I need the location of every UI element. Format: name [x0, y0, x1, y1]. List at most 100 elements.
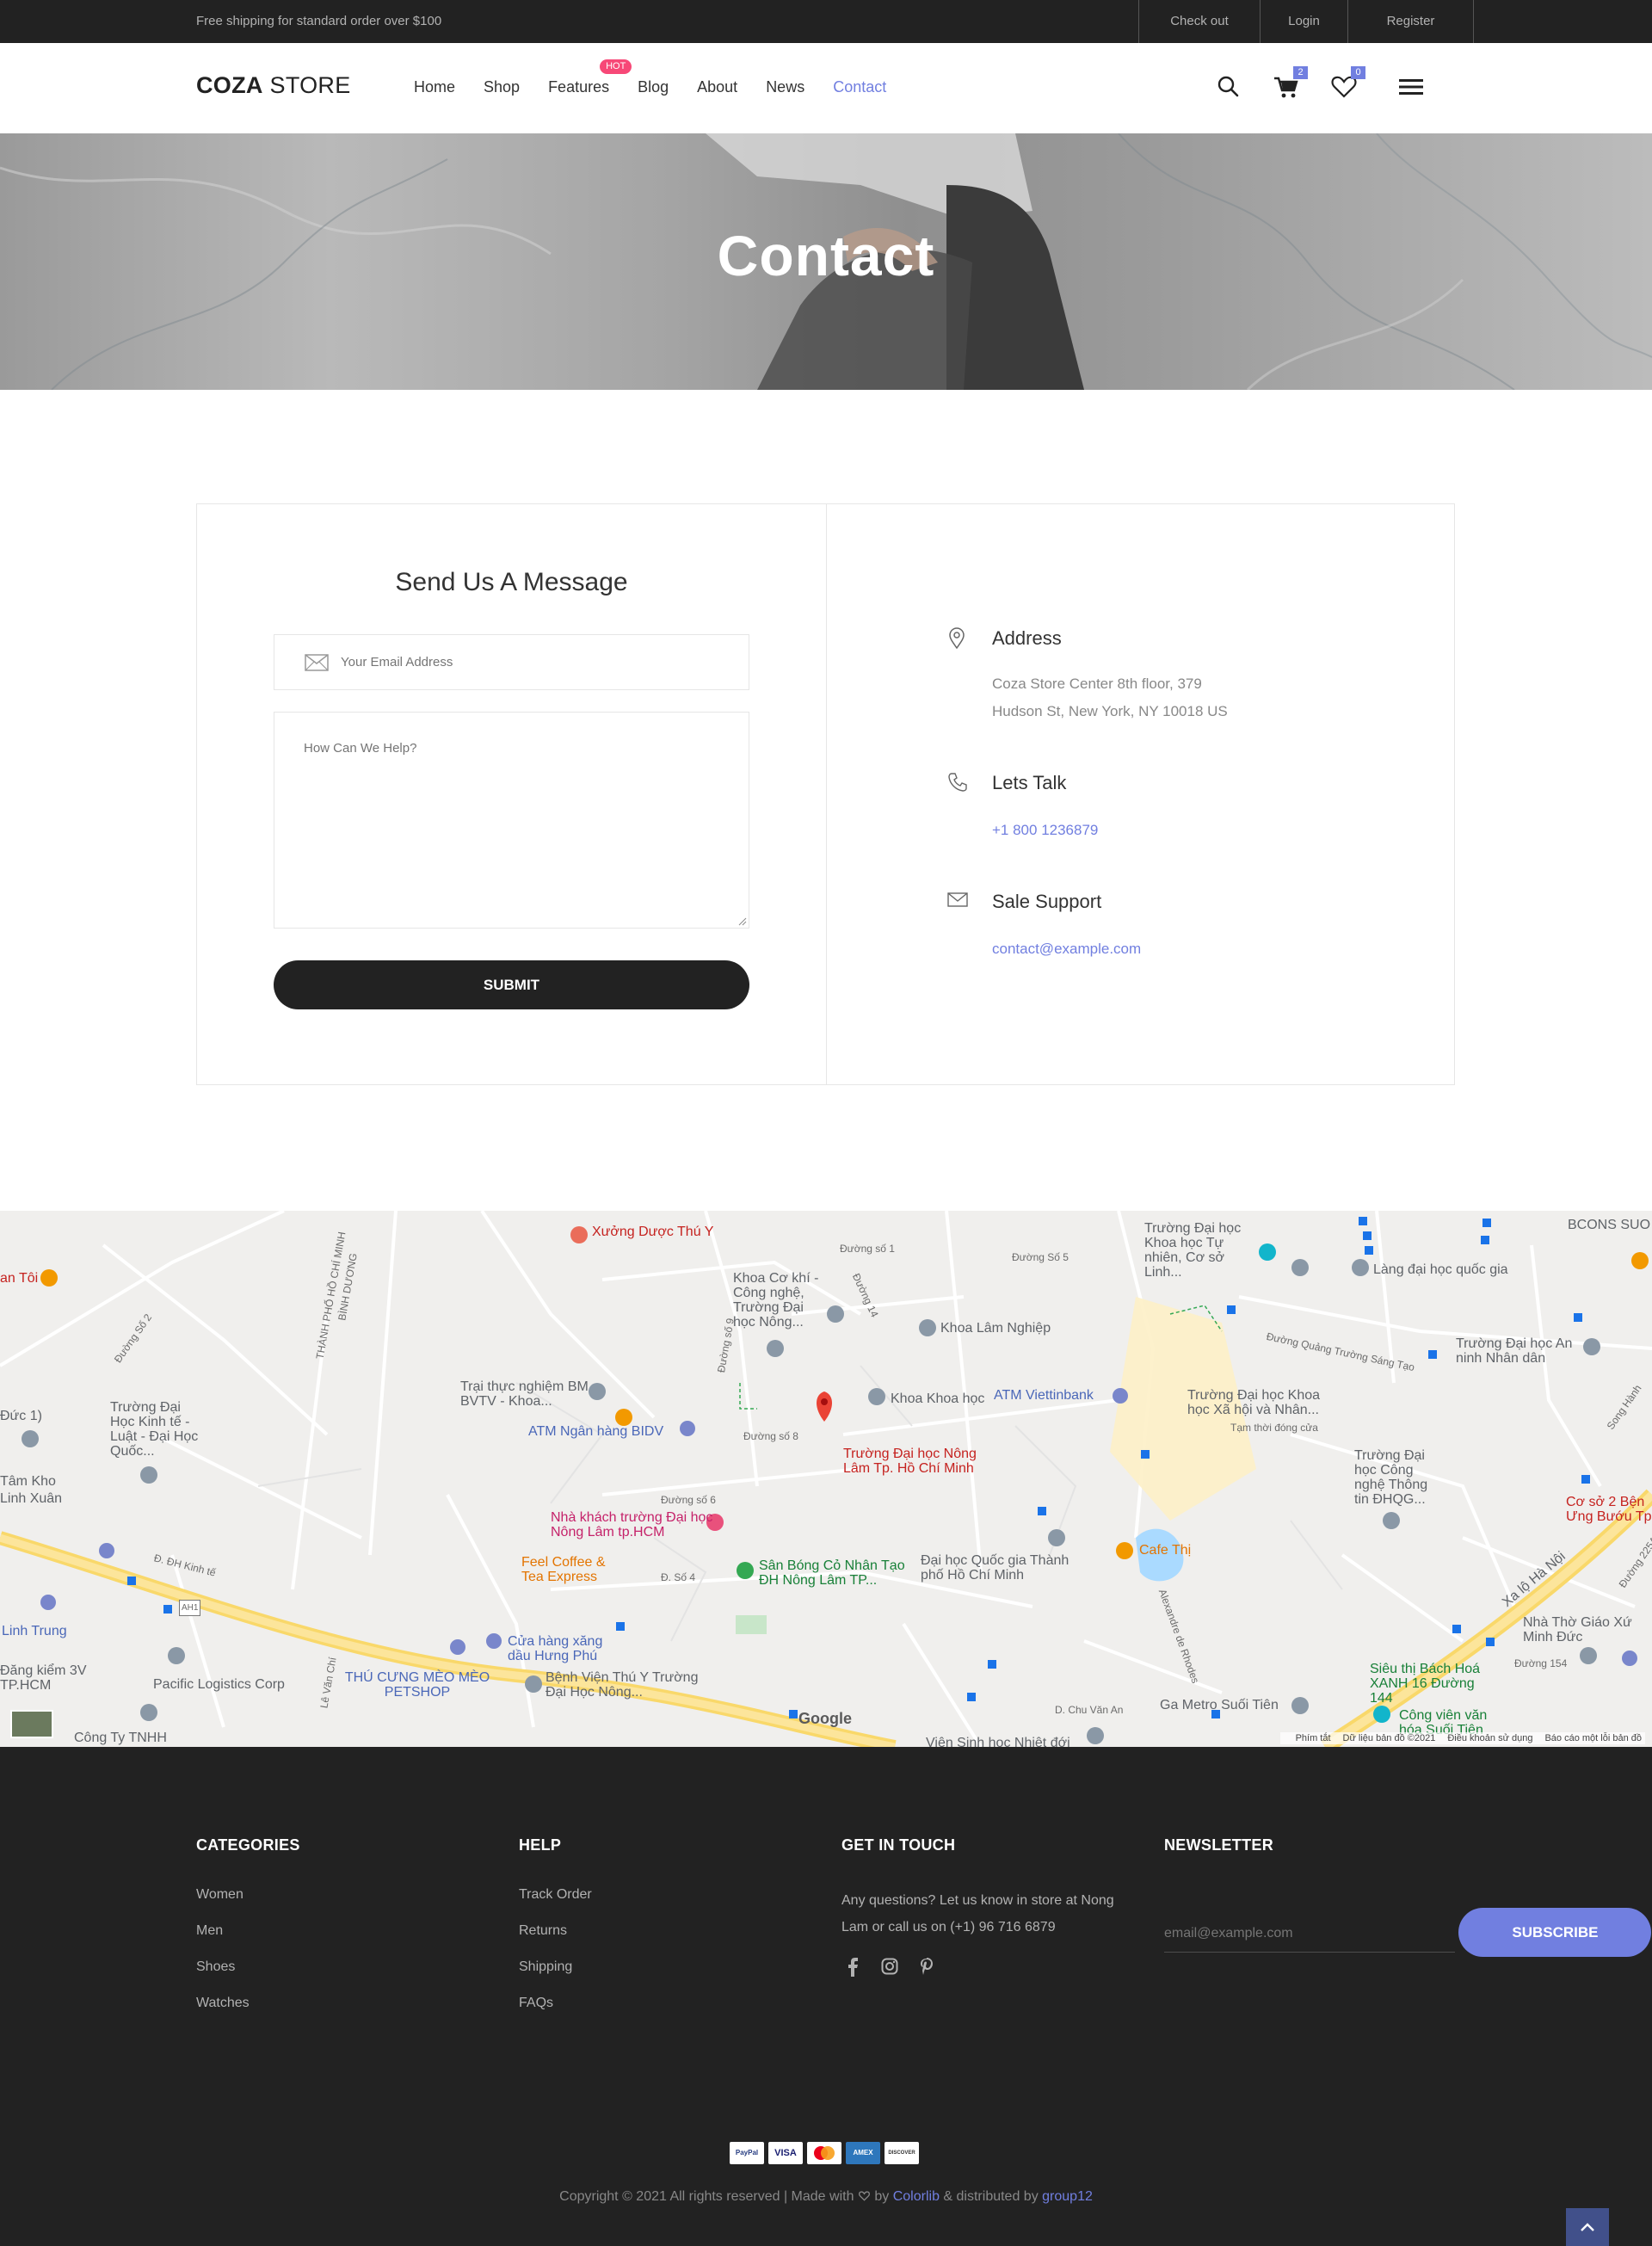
footer-link-faqs[interactable]: FAQs [519, 1996, 592, 2011]
checkout-link[interactable]: Check out [1138, 0, 1260, 43]
footer-help: HELP Track Order Returns Shipping FAQs [519, 1836, 592, 2032]
keyboard-shortcuts-link[interactable]: Phím tắt [1296, 1733, 1331, 1743]
map-label[interactable]: Đăng kiểm 3V TP.HCM [0, 1663, 95, 1693]
google-map[interactable]: Xưởng Dược Thú Y Trường Đại học Khoa học… [0, 1211, 1652, 1747]
support-email-link[interactable]: contact@example.com [992, 935, 1141, 963]
google-logo: Google [798, 1710, 852, 1727]
cart-icon[interactable]: 2 [1272, 66, 1308, 102]
report-error-link[interactable]: Báo cáo một lỗi bản đồ [1544, 1733, 1642, 1743]
envelope-icon [305, 654, 329, 676]
group-link[interactable]: group12 [1042, 2189, 1093, 2204]
nav-blog[interactable]: Blog [638, 78, 669, 96]
footer-link-returns[interactable]: Returns [519, 1923, 592, 1939]
nav-home[interactable]: Home [414, 78, 455, 96]
search-icon[interactable] [1214, 72, 1243, 102]
map-label[interactable]: THÚ CƯNG MÈO MÈO PETSHOP [344, 1670, 490, 1700]
shipping-notice: Free shipping for standard order over $1… [196, 14, 442, 28]
nav-news[interactable]: News [766, 78, 804, 96]
footer-link-track-order[interactable]: Track Order [519, 1887, 592, 1903]
terms-link[interactable]: Điều khoản sử dụng [1447, 1733, 1532, 1743]
nav-features[interactable]: Features HOT [548, 59, 632, 96]
footer-link-men[interactable]: Men [196, 1923, 300, 1939]
resize-grip-icon[interactable] [738, 917, 747, 926]
store-logo[interactable]: COZA STORE [196, 72, 351, 99]
pinterest-icon[interactable] [915, 1958, 938, 1980]
contact-section: Send Us A Message SUBMIT Address Coza St… [196, 503, 1455, 1085]
map-label[interactable]: Viện Sinh học Nhiệt đới [926, 1736, 1070, 1747]
map-label[interactable]: Sân Bóng Cỏ Nhân Tạo ĐH Nông Lâm TP... [759, 1558, 922, 1588]
map-label[interactable]: Đức 1) [0, 1409, 42, 1423]
map-label[interactable]: ATM Viettinbank [994, 1388, 1094, 1403]
top-bar: Free shipping for standard order over $1… [0, 0, 1652, 43]
map-label[interactable]: Cơ sở 2 Bện Ưng Bướu Tp [1566, 1495, 1652, 1524]
map-label[interactable]: BCONS SUO [1568, 1218, 1650, 1232]
footer-link-watches[interactable]: Watches [196, 1996, 300, 2011]
map-label[interactable]: Nhà Thờ Giáo Xứ Minh Đức [1523, 1615, 1635, 1644]
map-label[interactable]: Khoa Lâm Nghiệp [940, 1321, 1051, 1336]
email-field[interactable] [274, 634, 749, 690]
map-label[interactable]: ATM Ngân hàng BIDV [528, 1424, 663, 1439]
phone-number-link[interactable]: +1 800 1236879 [992, 817, 1098, 844]
map-pin-icon [947, 627, 966, 654]
nav-about[interactable]: About [697, 78, 737, 96]
map-label[interactable]: Linh Trung [2, 1624, 67, 1638]
heart-icon[interactable]: 0 [1329, 66, 1365, 102]
address-title: Address [992, 627, 1062, 649]
map-street-label: Đường 154 [1514, 1657, 1568, 1669]
map-label[interactable]: an Tôi [0, 1271, 38, 1286]
email-input[interactable] [341, 635, 737, 689]
footer-contact-text: Any questions? Let us know in store at N… [841, 1893, 1114, 1934]
copyright-prefix: Copyright © 2021 All rights reserved | M… [559, 2189, 858, 2204]
hero-banner: Contact [0, 133, 1652, 390]
map-label[interactable]: Trường Đại học Khoa học Tự nhiên, Cơ sở … [1144, 1221, 1256, 1280]
colorlib-link[interactable]: Colorlib [893, 2189, 940, 2204]
back-to-top-button[interactable] [1566, 2208, 1609, 2246]
message-field[interactable] [274, 712, 749, 929]
hamburger-menu-icon[interactable] [1396, 72, 1426, 102]
map-label[interactable]: Trường Đại Học Kinh tế - Luật - Đại Học … [110, 1400, 205, 1459]
map-label[interactable]: Công Ty TNHH [74, 1731, 167, 1745]
map-label[interactable]: Khoa Khoa học [891, 1391, 984, 1406]
map-label[interactable]: Linh Xuân [0, 1491, 62, 1506]
facebook-icon[interactable] [841, 1958, 864, 1980]
footer-categories: CATEGORIES Women Men Shoes Watches [196, 1836, 300, 2032]
instagram-icon[interactable] [878, 1958, 901, 1980]
login-link[interactable]: Login [1260, 0, 1347, 43]
map-label[interactable]: Pacific Logistics Corp [153, 1677, 285, 1692]
subscribe-button[interactable]: SUBSCRIBE [1458, 1908, 1652, 1957]
map-label[interactable]: Trường Đại học Khoa học Xã hội và Nhân..… [1187, 1388, 1334, 1417]
social-links [841, 1958, 1125, 1980]
newsletter-email-input[interactable] [1164, 1922, 1455, 1953]
map-street-label: Đường Số 5 [1012, 1251, 1069, 1263]
map-label-status: Tạm thời đóng cửa [1230, 1422, 1318, 1434]
map-label[interactable]: Bệnh Viện Thú Y Trường Đại Học Nông... [546, 1670, 718, 1700]
footer-link-shipping[interactable]: Shipping [519, 1959, 592, 1975]
nav-shop[interactable]: Shop [484, 78, 520, 96]
footer-link-shoes[interactable]: Shoes [196, 1959, 300, 1975]
map-label[interactable]: Trại thực nghiệm BM BVTV - Khoa... [460, 1379, 589, 1409]
map-label[interactable]: Cafe Thị [1139, 1543, 1191, 1558]
register-link[interactable]: Register [1347, 0, 1474, 43]
map-label[interactable]: Khoa Cơ khí - Công nghệ, Trường Đại học … [733, 1271, 823, 1330]
satellite-toggle[interactable] [10, 1710, 53, 1738]
map-label[interactable]: Ga Metro Suối Tiên [1160, 1698, 1279, 1712]
map-label[interactable]: Feel Coffee & Tea Express [521, 1555, 625, 1584]
map-label[interactable]: Làng đại học quốc gia [1373, 1262, 1508, 1277]
message-textarea[interactable] [304, 741, 734, 913]
map-label-selected-location[interactable]: Trường Đại học Nông Lâm Tp. Hồ Chí Minh [843, 1447, 989, 1476]
footer-link-women[interactable]: Women [196, 1887, 300, 1903]
footer-heading: GET IN TOUCH [841, 1836, 956, 1854]
map-label[interactable]: Đại học Quốc gia Thành phố Hồ Chí Minh [921, 1553, 1084, 1583]
wishlist-count-badge: 0 [1351, 66, 1365, 79]
nav-contact[interactable]: Contact [833, 78, 886, 96]
map-street-label: Đường số 1 [840, 1243, 895, 1255]
map-label[interactable]: Nhà khách trường Đại học Nông Lâm tp.HCM [551, 1510, 714, 1539]
map-label[interactable]: Trường Đại học An ninh Nhân dân [1456, 1336, 1585, 1366]
map-label[interactable]: Siêu thị Bách Hoá XANH 16 Đường 144 [1370, 1662, 1499, 1706]
map-label[interactable]: Cửa hàng xăng dầu Hưng Phú [508, 1634, 611, 1663]
map-label[interactable]: Xưởng Dược Thú Y [592, 1225, 713, 1239]
submit-button[interactable]: SUBMIT [274, 960, 749, 1009]
copyright-text: Copyright © 2021 All rights reserved | M… [0, 2189, 1652, 2205]
map-label[interactable]: Trường Đại học Công nghệ Thông tin ĐHQG.… [1354, 1448, 1440, 1507]
map-label[interactable]: Tâm Kho [0, 1474, 56, 1489]
